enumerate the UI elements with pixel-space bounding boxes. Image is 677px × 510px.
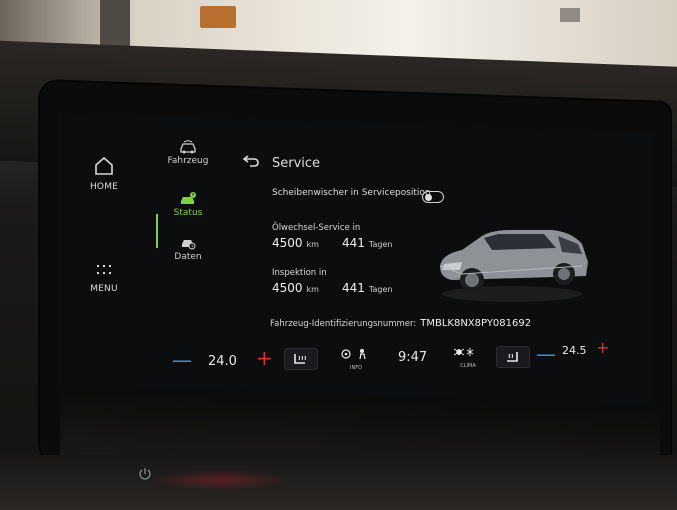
tab-daten[interactable]: Daten [158,236,218,276]
clock-time: 9:47 [398,350,428,365]
right-temp-minus-button[interactable]: — [536,342,556,366]
wall-box [200,6,236,28]
data-icon [182,240,196,250]
back-arrow-icon[interactable] [242,154,260,168]
seat-heat-right-button[interactable] [496,346,530,368]
oil-days-unit: Tagen [368,240,393,249]
home-icon [95,156,113,175]
right-temp-value: 24.5 [562,344,587,357]
page-title: Service [272,156,321,171]
left-temp-plus-button[interactable]: + [256,346,273,370]
vin-row: Fahrzeug-Identifizierungsnummer: TMBLK8NX… [270,318,531,329]
wiper-service-toggle[interactable] [422,191,444,203]
oil-km-unit: km [306,240,319,249]
photo-frame: HOME MENU Fahrzeug Status Daten Service … [0,0,677,510]
climate-bar: — 24.0 + INFO 9:47 CLIMA — 24.5 + [168,338,618,378]
center-console [0,455,677,510]
vin-label: Fahrzeug-Identifizierungsnummer: [270,319,417,329]
seat-heat-icon [294,354,306,364]
info-button[interactable]: INFO [336,346,376,371]
seat-heat-left-button[interactable] [284,348,318,370]
oil-service-km: 4500 km [272,236,319,250]
oil-km-value: 4500 [272,236,303,250]
oil-service-label: Ölwechsel-Service in [272,223,361,233]
vehicle-tabs: Fahrzeug Status Daten [156,140,218,276]
vin-value: TMBLK8NX8PY081692 [420,318,532,329]
tab-daten-label: Daten [174,252,202,262]
inspection-label: Inspektion in [272,268,327,278]
inspection-days-value: 441 [342,281,365,295]
car-warning-icon [181,192,196,204]
console-reflection [150,470,290,490]
car-image [439,230,588,302]
oil-days-value: 441 [342,236,365,250]
info-icons [341,349,366,360]
oil-service-days: 441 Tagen [342,236,392,250]
wiper-service-label: Scheibenwischer in Serviceposition [272,188,431,198]
menu-grid-icon [97,265,111,274]
tab-fahrzeug[interactable]: Fahrzeug [158,140,218,180]
power-icon[interactable] [137,466,153,482]
inspection-km-unit: km [306,285,319,294]
menu-label: MENU [90,284,118,294]
inspection-days: 441 Tagen [342,281,392,295]
home-button[interactable]: HOME [82,156,126,192]
clima-button[interactable]: CLIMA [450,344,486,369]
tab-fahrzeug-label: Fahrzeug [167,156,209,166]
inspection-km: 4500 km [272,281,319,295]
clima-label: CLIMA [460,363,476,369]
seat-heat-right-icon [507,352,518,362]
tab-status[interactable]: Status [156,180,218,248]
inspection-km-value: 4500 [272,281,303,295]
info-label: INFO [349,365,363,371]
inspection-days-unit: Tagen [368,285,393,294]
right-temp-plus-button[interactable]: + [596,338,609,357]
home-label: HOME [89,182,119,192]
left-temp-value: 24.0 [208,354,237,369]
left-temp-minus-button[interactable]: — [172,348,192,372]
menu-button[interactable]: MENU [82,262,126,294]
tab-status-label: Status [173,208,203,218]
fan-icon [453,348,474,356]
car-icon [180,140,196,154]
wall-fixture [560,8,580,22]
